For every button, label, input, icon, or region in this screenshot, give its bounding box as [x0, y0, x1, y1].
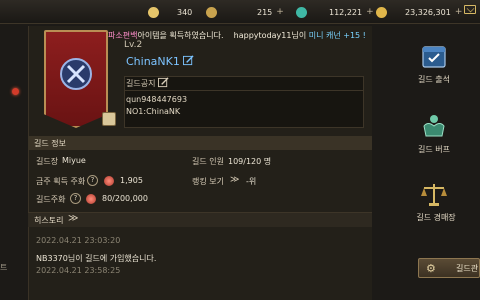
crown-value: 340 — [177, 7, 193, 17]
guild-emblem-icon — [60, 58, 92, 90]
guild-coin-label: 길드주화 — [36, 195, 66, 204]
euro-value: 215 — [257, 7, 273, 17]
gem-icon — [296, 6, 307, 18]
gem-plus-button[interactable]: + — [366, 7, 374, 17]
guild-info-title: 길드 정보 — [34, 139, 66, 148]
gem-value: 112,221 — [329, 7, 363, 17]
history-date: 2022.04.21 23:58:25 — [36, 266, 121, 275]
gold-icon — [376, 6, 387, 18]
scales-icon[interactable] — [420, 180, 448, 208]
euro-icon — [206, 6, 217, 18]
guild-manage-label: 길드관 — [456, 264, 479, 273]
mail-icon[interactable] — [464, 5, 476, 14]
notice-line-1: qun948447693 — [126, 95, 188, 104]
banner-edit-icon[interactable] — [102, 112, 116, 126]
notice-divider — [124, 90, 364, 91]
notice-line-2: NO1:ChinaNK — [126, 107, 181, 116]
weekly-coin-label: 금주 획득 주화 — [36, 177, 86, 186]
rename-pen-icon[interactable] — [183, 55, 194, 66]
notification-dot — [12, 88, 19, 95]
guild-notice-title: 길드공지 — [126, 79, 156, 88]
help-icon[interactable]: ? — [87, 175, 98, 186]
guild-coin-icon — [104, 176, 114, 186]
guild-banner — [44, 30, 108, 128]
guild-auction-button[interactable]: 길드 경매장 — [406, 212, 466, 223]
weekly-coin-value: 1,905 — [120, 176, 143, 185]
history-title: 히스토리 — [34, 216, 64, 225]
guild-attendance-button[interactable]: 길드 출석 — [404, 74, 464, 85]
euro-currency: 215 + — [206, 4, 284, 20]
gold-value: 23,326,301 — [405, 7, 451, 17]
resource-bar: 340 215 + 112,221 + 23,326,301 + — [0, 0, 480, 24]
gear-icon: ⚙ — [426, 262, 436, 275]
guild-coin-value: 80/200,000 — [102, 194, 148, 203]
euro-plus-button[interactable]: + — [276, 7, 284, 17]
ticker-prefix: 파소편백 — [108, 31, 138, 40]
guild-buff-button[interactable]: 길드 버프 — [404, 144, 464, 155]
leader-value: Miyue — [62, 156, 86, 165]
history-date: 2022.04.21 23:03:20 — [36, 236, 121, 245]
crown-currency: 340 — [148, 4, 192, 20]
ticker-user: happytoday11님이 — [233, 31, 307, 40]
leader-label: 길드장 — [36, 157, 59, 166]
help-icon[interactable]: ? — [70, 193, 81, 204]
guild-coin-icon — [86, 194, 96, 204]
muscle-icon[interactable] — [420, 112, 448, 140]
gold-currency: 23,326,301 + — [376, 4, 462, 20]
guild-name: ChinaNK1 — [126, 55, 180, 68]
crown-icon — [148, 6, 159, 18]
notice-edit-icon[interactable] — [158, 77, 169, 88]
gold-plus-button[interactable]: + — [455, 7, 463, 17]
guild-info-header — [28, 136, 372, 150]
ticker-text: 아이템을 획득하였습니다. — [137, 31, 224, 40]
history-header — [28, 212, 372, 227]
history-message: NB3370님이 길드에 가입했습니다. — [36, 254, 157, 263]
ranking-chevron-icon[interactable]: ≫ — [230, 175, 239, 185]
ranking-label: 랭킹 보기 — [192, 177, 224, 186]
members-label: 길드 인원 — [192, 157, 224, 166]
guild-level: Lv.2 — [124, 40, 143, 50]
ticker-suffix: 미니 캐넌 +15 ! — [306, 31, 366, 40]
history-chevron-icon[interactable]: ≫ — [68, 213, 78, 224]
notice-ticker: 파소편백아이템을 획득하였습니다. happytoday11님이 미니 캐넌 +… — [108, 30, 366, 41]
left-menu-text: 트 — [0, 263, 8, 272]
ranking-value: -위 — [246, 177, 257, 186]
gem-currency: 112,221 + — [296, 4, 374, 20]
members-value: 109/120 명 — [228, 157, 272, 166]
calendar-icon[interactable] — [420, 42, 448, 70]
